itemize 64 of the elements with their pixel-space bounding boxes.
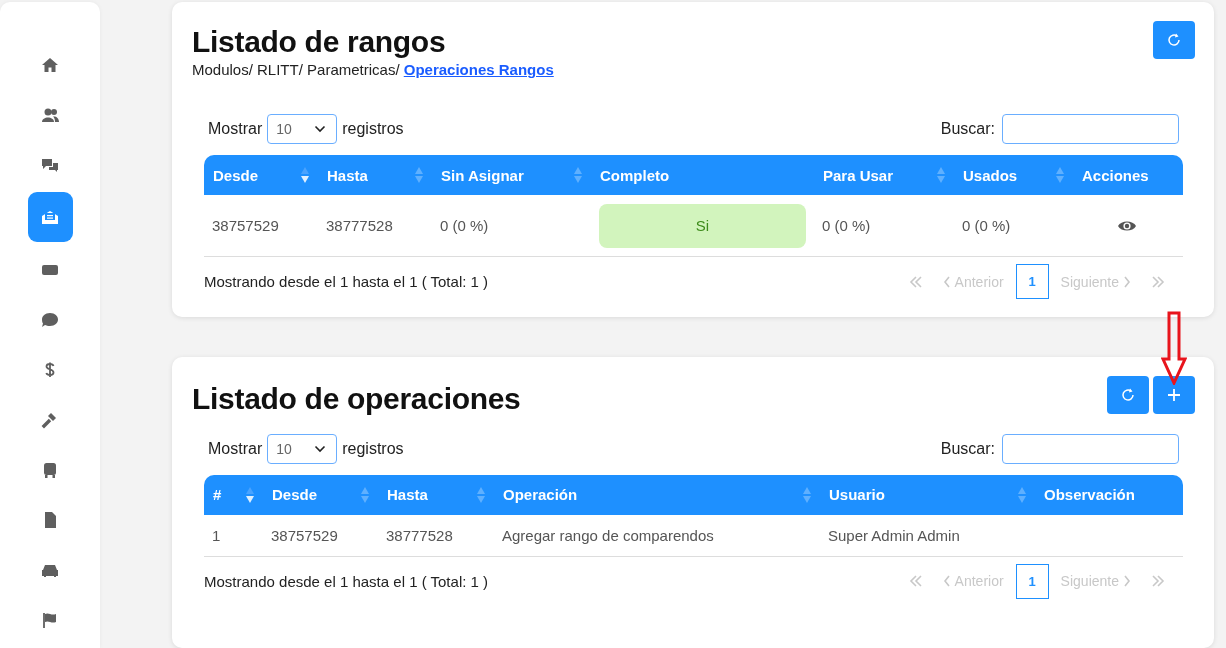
breadcrumb-path: Modulos/ RLITT/ Parametricas/ bbox=[192, 61, 400, 78]
double-chevron-left-icon bbox=[908, 575, 923, 588]
table-cell: Agregar rango de comparendos bbox=[502, 526, 714, 544]
sort-icon[interactable] bbox=[573, 165, 583, 185]
chevron-left-icon bbox=[942, 275, 951, 288]
sort-icon[interactable] bbox=[300, 165, 310, 185]
column-header[interactable]: Desde bbox=[213, 166, 259, 184]
table-info: Mostrando desde el 1 hasta el 1 ( Total: 1 ) bbox=[204, 572, 489, 590]
table-cell: 0 (0 %) bbox=[440, 217, 489, 234]
double-chevron-right-icon bbox=[1151, 575, 1165, 588]
page-title: Listado de operaciones bbox=[192, 381, 521, 416]
page-size-select[interactable]: 10 bbox=[267, 433, 338, 464]
page-size-select[interactable]: 10 bbox=[267, 114, 338, 144]
sort-icon[interactable] bbox=[1055, 165, 1065, 185]
status-badge: Si bbox=[599, 203, 806, 248]
table-cell: 38757529 bbox=[271, 526, 338, 544]
table-info: Mostrando desde el 1 hasta el 1 ( Total: 1 ) bbox=[204, 273, 489, 290]
table-cell: 38777528 bbox=[326, 217, 393, 234]
search-label: Buscar: bbox=[940, 120, 995, 138]
refresh-icon bbox=[1120, 386, 1136, 403]
column-header[interactable]: Desde bbox=[272, 486, 318, 504]
breadcrumb-link[interactable]: Operaciones Rangos bbox=[403, 61, 554, 78]
table-cell: 38757529 bbox=[212, 217, 279, 234]
column-header[interactable]: Usados bbox=[963, 166, 1018, 184]
table-cell: 0 (0 %) bbox=[822, 217, 871, 234]
column-header[interactable]: Para Usar bbox=[823, 166, 894, 184]
table-cell: 1 bbox=[212, 526, 221, 544]
table-cell: Super Admin Admin bbox=[828, 526, 960, 544]
double-chevron-left-icon bbox=[908, 275, 923, 288]
chevron-right-icon bbox=[1123, 275, 1131, 288]
page-number-button[interactable]: 1 bbox=[1015, 264, 1049, 299]
table-cell: 38777528 bbox=[386, 526, 453, 544]
column-header[interactable]: Sin Asignar bbox=[441, 166, 524, 184]
column-header[interactable]: # bbox=[213, 486, 222, 504]
search-field[interactable] bbox=[1002, 114, 1179, 144]
records-label: registros bbox=[342, 439, 404, 458]
column-header[interactable]: Acciones bbox=[1082, 166, 1149, 184]
column-header[interactable]: Hasta bbox=[387, 486, 428, 504]
chevron-right-icon bbox=[1123, 575, 1131, 588]
search-field[interactable] bbox=[1002, 433, 1179, 464]
sort-icon[interactable] bbox=[414, 165, 424, 185]
page-number-button[interactable]: 1 bbox=[1015, 563, 1049, 599]
refresh-button[interactable] bbox=[1153, 21, 1195, 59]
double-chevron-right-icon bbox=[1151, 275, 1165, 288]
column-header[interactable]: Completo bbox=[600, 166, 670, 184]
plus-icon bbox=[1166, 386, 1182, 403]
show-label: Mostrar bbox=[208, 439, 263, 458]
sidebar-item[interactable] bbox=[27, 192, 73, 242]
search-label: Buscar: bbox=[940, 439, 995, 458]
column-header[interactable]: Hasta bbox=[327, 166, 368, 184]
show-label: Mostrar bbox=[208, 120, 263, 138]
column-header[interactable]: Observación bbox=[1044, 486, 1135, 504]
records-label: registros bbox=[342, 120, 404, 138]
page-title: Listado de rangos bbox=[192, 25, 447, 59]
refresh-button[interactable] bbox=[1107, 375, 1149, 414]
sort-icon[interactable] bbox=[936, 165, 946, 185]
add-button[interactable] bbox=[1153, 375, 1195, 414]
chevron-down-icon bbox=[314, 444, 327, 453]
refresh-icon bbox=[1166, 32, 1182, 48]
chevron-down-icon bbox=[314, 125, 327, 133]
chevron-left-icon bbox=[942, 575, 951, 588]
column-header[interactable]: Operación bbox=[503, 486, 578, 504]
column-header[interactable]: Usuario bbox=[829, 486, 885, 504]
table-cell: 0 (0 %) bbox=[962, 217, 1011, 234]
